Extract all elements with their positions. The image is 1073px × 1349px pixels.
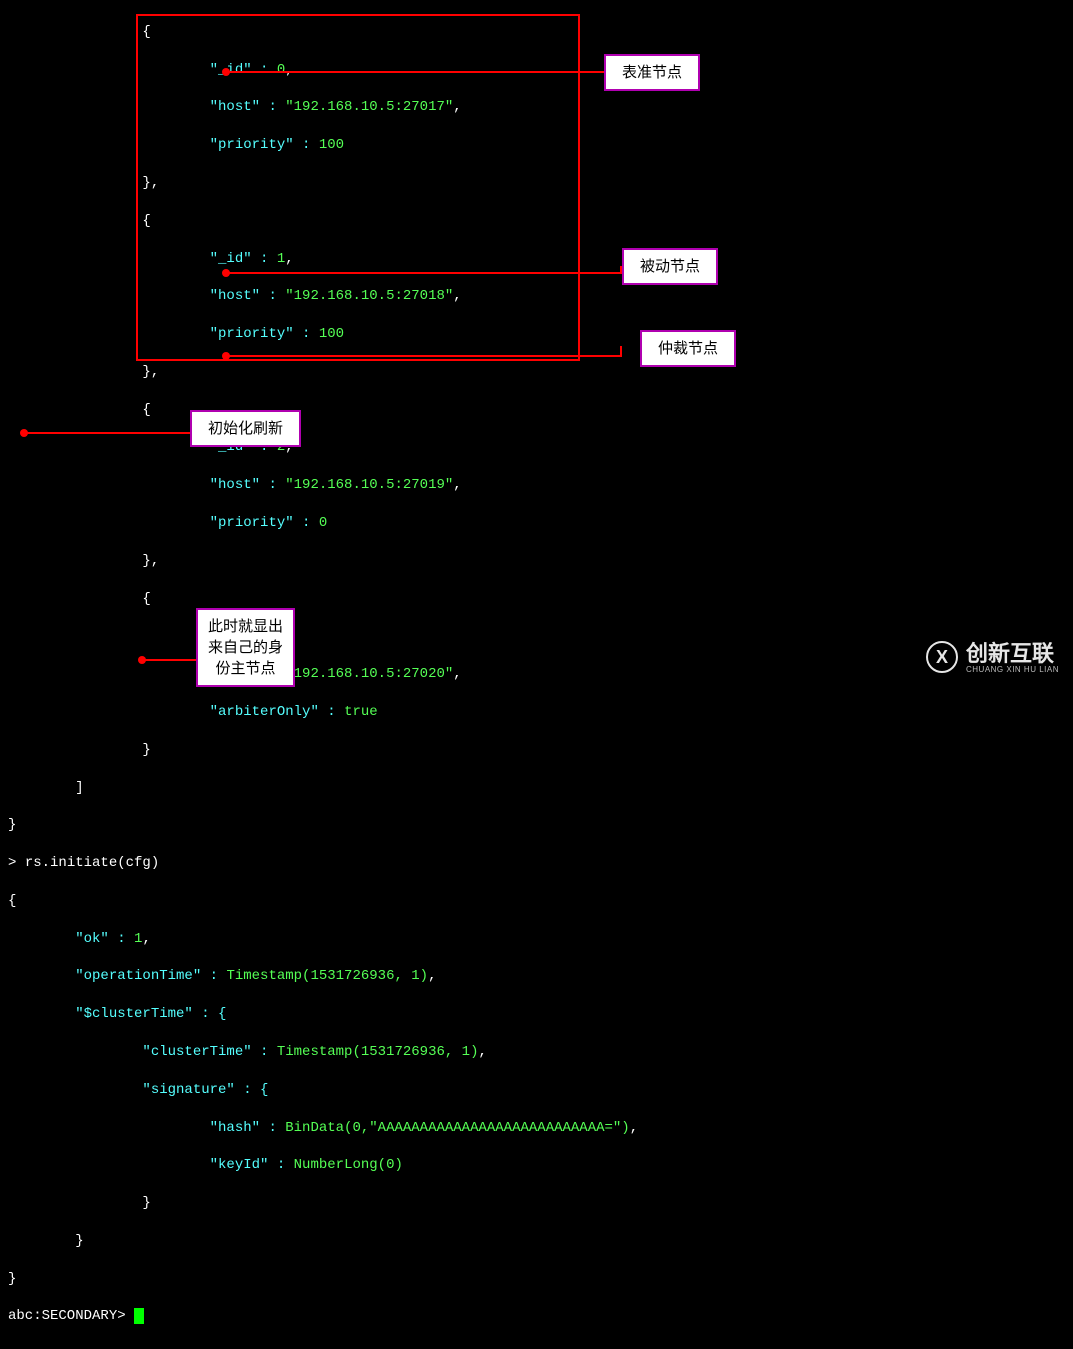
code-line: "arbiterOnly" : true — [8, 703, 1065, 722]
code-line: "priority" : 100 — [8, 325, 1065, 344]
code-line: "host" : "192.168.10.5:27018", — [8, 287, 1065, 306]
cursor-icon — [134, 1308, 144, 1324]
code-line: "priority" : 0 — [8, 514, 1065, 533]
code-line: > rs.initiate(cfg) — [8, 854, 1065, 873]
annotation-line — [620, 346, 622, 357]
label-arbiter-node: 仲裁节点 — [640, 330, 736, 367]
annotation-line — [26, 432, 190, 434]
code-line: "clusterTime" : Timestamp(1531726936, 1)… — [8, 1043, 1065, 1062]
code-line: { — [8, 590, 1065, 609]
label-passive-node: 被动节点 — [622, 248, 718, 285]
code-line: "ok" : 1, — [8, 930, 1065, 949]
code-line: "_id" : 1, — [8, 250, 1065, 269]
code-line: "_id" : 3, — [8, 627, 1065, 646]
logo-subtext: CHUANG XIN HU LIAN — [966, 665, 1059, 676]
label-identity-primary: 此时就显出 来自己的身 份主节点 — [196, 608, 295, 687]
code-line: "_id" : 2, — [8, 438, 1065, 457]
label-standard-node: 表准节点 — [604, 54, 700, 91]
logo-icon: X — [926, 641, 958, 673]
annotation-line — [228, 355, 622, 357]
watermark-logo: X 创新互联 CHUANG XIN HU LIAN — [926, 639, 1059, 676]
code-line: { — [8, 892, 1065, 911]
code-line: { — [8, 212, 1065, 231]
annotation-line — [228, 272, 622, 274]
code-line: ] — [8, 779, 1065, 798]
logo-text: 创新互联 — [966, 639, 1059, 669]
code-line: "operationTime" : Timestamp(1531726936, … — [8, 967, 1065, 986]
code-line: { — [8, 23, 1065, 42]
annotation-line — [228, 71, 604, 73]
code-line: }, — [8, 174, 1065, 193]
code-line: { — [8, 401, 1065, 420]
code-line: }, — [8, 363, 1065, 382]
code-line: } — [8, 741, 1065, 760]
code-line: "host" : "192.168.10.5:27019", — [8, 476, 1065, 495]
code-line: "host" : "192.168.10.5:27020", — [8, 665, 1065, 684]
code-line: } — [8, 1270, 1065, 1289]
code-line: "$clusterTime" : { — [8, 1005, 1065, 1024]
code-line: "signature" : { — [8, 1081, 1065, 1100]
annotation-line — [144, 659, 196, 661]
code-line: } — [8, 816, 1065, 835]
code-line: "host" : "192.168.10.5:27017", — [8, 98, 1065, 117]
label-init-refresh: 初始化刷新 — [190, 410, 301, 447]
terminal-output: { "_id" : 0, "host" : "192.168.10.5:2701… — [0, 0, 1073, 1349]
prompt-line[interactable]: abc:SECONDARY> — [8, 1307, 1065, 1326]
code-line: "hash" : BinData(0,"AAAAAAAAAAAAAAAAAAAA… — [8, 1119, 1065, 1138]
code-line: "priority" : 100 — [8, 136, 1065, 155]
code-line: }, — [8, 552, 1065, 571]
code-line: } — [8, 1232, 1065, 1251]
code-line: } — [8, 1194, 1065, 1213]
code-line: "keyId" : NumberLong(0) — [8, 1156, 1065, 1175]
